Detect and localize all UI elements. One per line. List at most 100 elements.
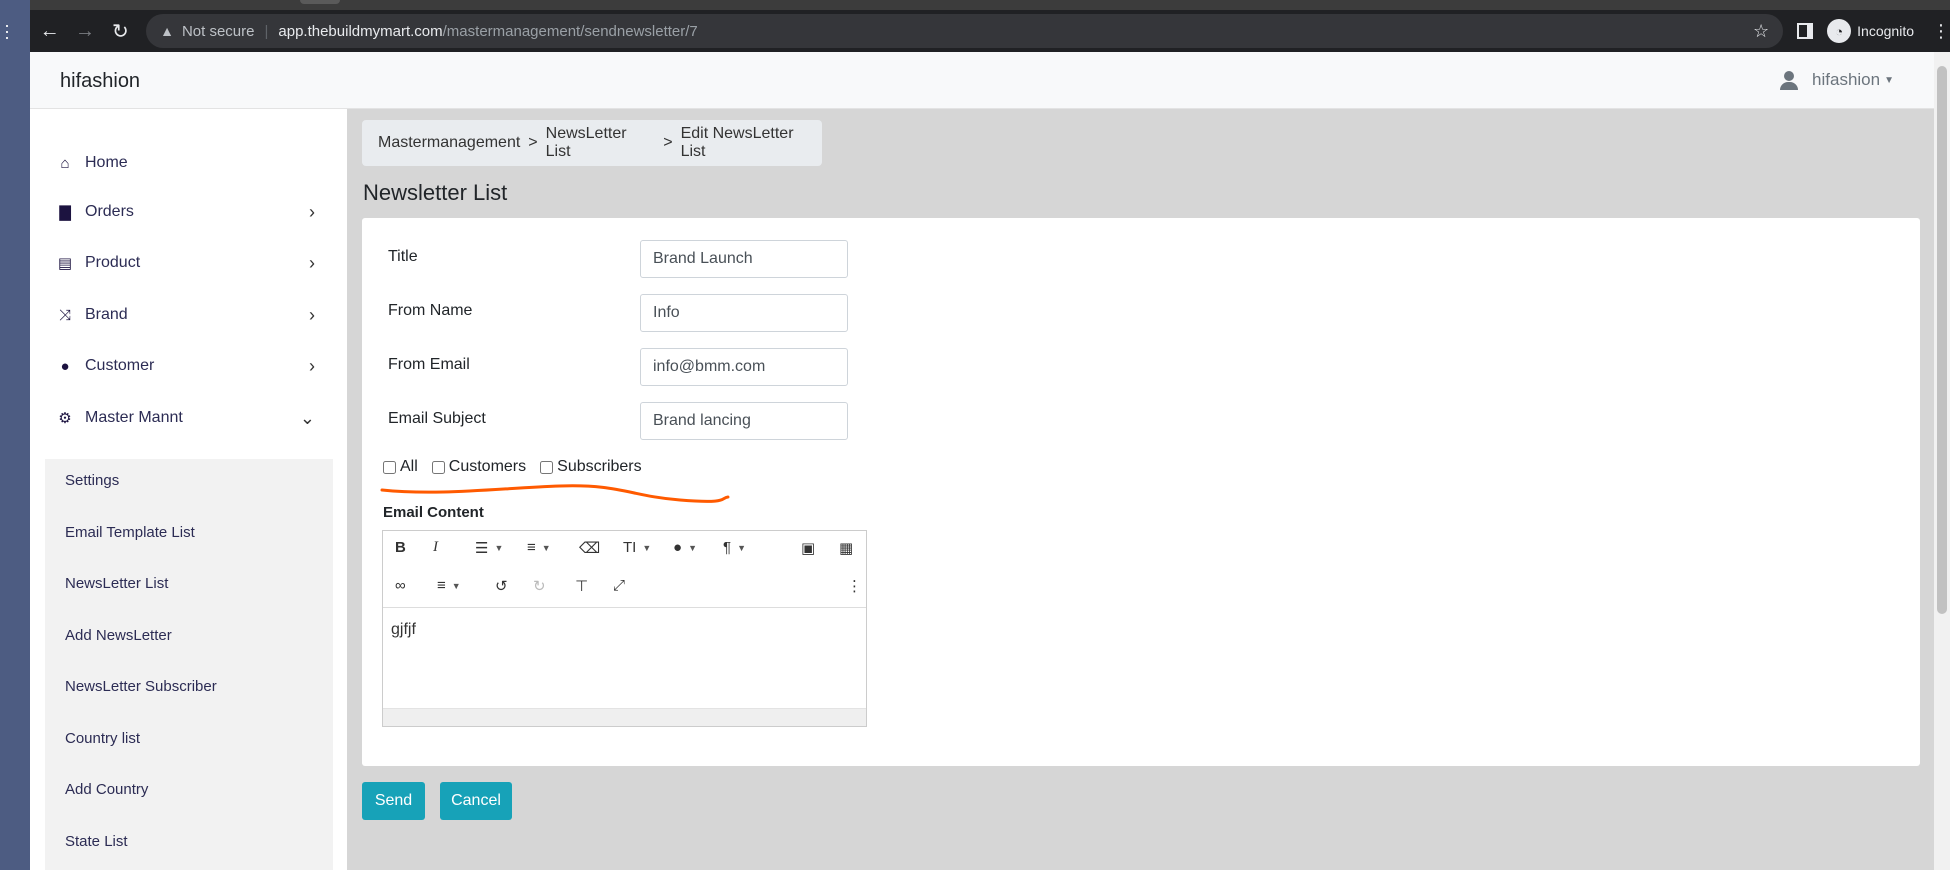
chevron-right-icon: › [309, 201, 315, 222]
paragraph-button[interactable]: ¶ ▼ [723, 539, 746, 556]
person-icon: ● [60, 357, 70, 375]
link-icon: ∞ [395, 577, 406, 594]
checkbox-all-input[interactable] [383, 460, 396, 474]
table-icon: ▦ [839, 540, 854, 557]
redo-button[interactable]: ↻ [533, 577, 546, 595]
profile-label[interactable]: Incognito [1857, 23, 1914, 39]
from-email-label: From Email [388, 356, 470, 373]
undo-button[interactable]: ↺ [495, 577, 508, 595]
numbered-list-icon: ≡ [527, 539, 536, 556]
submenu-item-settings[interactable]: Settings [65, 472, 119, 489]
master-submenu: Settings Email Template List NewsLetter … [45, 459, 333, 870]
desktop-strip: · · · [0, 0, 30, 870]
bullet-list-button[interactable]: ☰ ▼ [475, 539, 503, 557]
paint-roller-icon: ⊤ [575, 578, 589, 595]
toolbar-right: ◔ Incognito ⋮ [1797, 19, 1950, 43]
from-name-label: From Name [388, 302, 473, 319]
submenu-item-newsletter-subscriber[interactable]: NewsLetter Subscriber [65, 678, 217, 695]
clear-format-button[interactable]: ⌫ [579, 539, 600, 557]
bookmark-star-icon[interactable]: ☆ [1753, 21, 1769, 42]
submenu-item-email-template-list[interactable]: Email Template List [65, 524, 195, 541]
font-size-label: TI [623, 539, 637, 556]
recipient-checkboxes: All Customers Subscribers [383, 458, 656, 476]
font-size-button[interactable]: TI ▼ [623, 539, 651, 556]
insert-image-button[interactable]: ▣ [801, 539, 815, 557]
chevron-down-icon: ⌄ [299, 407, 315, 428]
title-input[interactable] [640, 240, 848, 278]
sidebar-item-product[interactable]: ▤ Product › [55, 248, 325, 278]
sidebar-item-customer[interactable]: ● Customer › [55, 351, 325, 381]
submenu-item-newsletter-list[interactable]: NewsLetter List [65, 575, 168, 592]
checkbox-customers-input[interactable] [431, 460, 445, 474]
submenu-item-add-country[interactable]: Add Country [65, 781, 148, 798]
newsletter-form-card: Title From Name From Email Email Subject… [362, 218, 1920, 766]
eraser-icon: ⌫ [579, 540, 601, 557]
submenu-item-add-newsletter[interactable]: Add NewsLetter [65, 627, 172, 644]
from-email-input[interactable] [640, 348, 848, 386]
align-button[interactable]: ≡ ▼ [437, 577, 461, 594]
submenu-item-country-list[interactable]: Country list [65, 730, 140, 747]
sidebar-item-home[interactable]: ⌂ Home [55, 148, 325, 178]
submenu-item-state-list[interactable]: State List [65, 833, 128, 850]
page-scrollbar[interactable] [1934, 52, 1950, 870]
shopping-bag-icon: ▇ [59, 204, 71, 221]
sidebar-item-label: Orders [85, 203, 134, 220]
insert-link-button[interactable]: ∞ [395, 577, 406, 594]
send-button[interactable]: Send [362, 782, 425, 820]
reload-icon[interactable]: ↻ [105, 15, 136, 47]
chevron-right-icon: › [309, 355, 315, 376]
sidebar-item-brand[interactable]: ⤨ Brand › [55, 300, 325, 330]
fullscreen-button[interactable]: ⤢ [613, 577, 625, 594]
user-name: hifashion [1812, 70, 1881, 89]
bullet-list-icon: ☰ [475, 540, 489, 557]
format-painter-button[interactable]: ⊤ [575, 577, 588, 595]
incognito-icon[interactable]: ◔ [1827, 19, 1852, 43]
breadcrumb-item[interactable]: Mastermanagement [378, 134, 520, 152]
active-tab[interactable] [300, 0, 340, 4]
brand-name[interactable]: hifashion [60, 70, 140, 93]
editor-content[interactable]: gjfjf [391, 621, 416, 639]
sidebar-item-label: Master Mannt [85, 409, 183, 426]
checkbox-subscribers[interactable]: Subscribers [540, 458, 642, 476]
side-panel-icon[interactable] [1797, 23, 1814, 39]
checkbox-all[interactable]: All [383, 458, 418, 476]
scrollbar-thumb[interactable] [1937, 66, 1947, 614]
insert-table-button[interactable]: ▦ [839, 539, 853, 557]
checkbox-label: Subscribers [557, 458, 642, 475]
checkbox-label: Customers [448, 458, 527, 475]
sidebar-item-master-mannt[interactable]: ⚙ Master Mannt ⌄ [55, 403, 325, 433]
chevron-down-icon: ▼ [688, 542, 697, 553]
chevron-right-icon: › [309, 304, 315, 325]
breadcrumb-item[interactable]: NewsLetter List [546, 125, 656, 161]
user-menu[interactable]: hifashion ▼ [1780, 70, 1894, 90]
redo-icon: ↻ [533, 578, 546, 595]
checkbox-label: All [400, 458, 418, 475]
checkbox-subscribers-input[interactable] [540, 460, 554, 474]
from-name-input[interactable] [640, 294, 848, 332]
chevron-right-icon: › [309, 252, 315, 273]
browser-menu-icon[interactable]: ⋮ [1932, 21, 1950, 42]
bold-button[interactable]: B [395, 539, 406, 556]
sidebar-item-orders[interactable]: ▇ Orders › [55, 197, 325, 227]
warning-icon: ▲ [160, 23, 174, 39]
shuffle-icon: ⤨ [58, 306, 71, 324]
page-title: Newsletter List [363, 180, 508, 205]
more-icon[interactable]: · · · [4, 16, 10, 46]
email-subject-input[interactable] [640, 402, 848, 440]
breadcrumb-separator: > [663, 134, 673, 151]
forward-icon[interactable]: → [69, 15, 100, 47]
url-path: /mastermanagement/sendnewsletter/7 [442, 22, 698, 40]
cancel-button[interactable]: Cancel [440, 782, 512, 820]
italic-button[interactable]: I [433, 539, 438, 556]
page: hifashion hifashion ▼ ⌂ Home ▇ Orders › … [30, 52, 1950, 870]
address-bar[interactable]: ▲ Not secure | app.thebuildmymart.com /m… [146, 14, 1784, 48]
text-color-button[interactable]: ● ▼ [673, 539, 697, 556]
undo-icon: ↺ [495, 578, 508, 595]
title-label: Title [388, 248, 418, 265]
numbered-list-button[interactable]: ≡ ▼ [527, 539, 551, 556]
back-icon[interactable]: ← [34, 15, 65, 47]
more-options-button[interactable]: ⋮ [847, 577, 862, 595]
caret-down-icon: ▼ [1884, 74, 1894, 86]
home-icon: ⌂ [60, 154, 70, 172]
checkbox-customers[interactable]: Customers [431, 458, 527, 476]
